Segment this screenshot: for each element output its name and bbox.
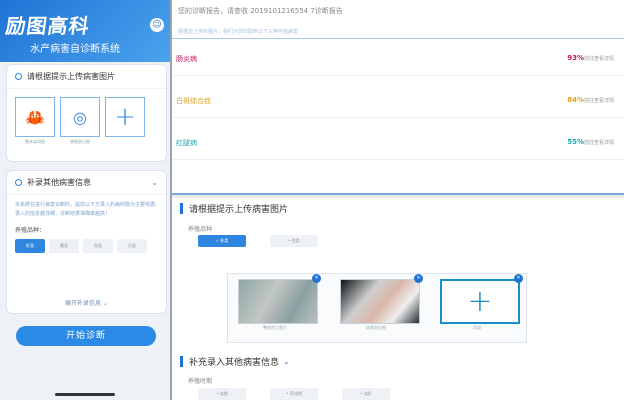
brand-logo: 励图高科: [4, 14, 92, 38]
disease-detail-link[interactable]: 前往查看详情: [584, 55, 614, 62]
supplement-note: 本系统在进行病害诊断时，提前以下方录入的病例数为主要依据,录入的信息越详细，诊断…: [15, 202, 157, 217]
shrimp-lesion-photo[interactable]: [340, 279, 420, 324]
period-label: 养殖时期: [188, 378, 213, 385]
bullet-icon: [15, 73, 22, 80]
photo-caption: 整体死亡图片: [263, 325, 287, 330]
species-label: 养殖品种: [188, 226, 213, 233]
diagnosis-report: 您的诊断报告，请查收 2019101216554 7诊断报告 根据您上传的图片，…: [172, 0, 624, 195]
plus-icon: +: [114, 102, 136, 132]
period-chip[interactable]: • 苗期: [198, 388, 246, 400]
disease-name: 肠炎病: [176, 55, 197, 63]
species-chip-fish[interactable]: 鱼类: [83, 239, 113, 253]
supplement-card: 补录其他病害信息 ⌄ 本系统在进行病害诊断时，提前以下方录入的病例数为主要依据,…: [6, 170, 167, 314]
disease-detail-link[interactable]: 前往查看详情: [584, 139, 614, 146]
disease-probability: 84%: [567, 96, 584, 104]
section-bar: [180, 356, 183, 367]
disease-probability: 93%: [567, 54, 584, 62]
upload-card: 请根据提示上传病害图片 🦀 ◎ + 整体染测图 病害部位图: [6, 64, 167, 162]
photo-caption: 添加: [473, 325, 481, 330]
shrimp-photo[interactable]: [238, 279, 318, 324]
period-chip[interactable]: • 成虾: [342, 388, 390, 400]
user-icon[interactable]: ☺: [150, 18, 164, 32]
upload-card-title: 请根据提示上传病害图片: [7, 65, 166, 89]
crab-icon: 🦀: [25, 107, 45, 127]
plus-icon: +: [467, 284, 493, 319]
disease-name: 白斑综合症: [176, 97, 211, 105]
app-subtitle: 水产病害自诊断系统: [30, 44, 120, 55]
chevron-down-icon[interactable]: ⌄: [283, 357, 290, 366]
period-chip[interactable]: • 养成期: [270, 388, 318, 400]
add-photo-button[interactable]: +: [105, 97, 145, 137]
chevron-down-icon[interactable]: ⌄: [151, 178, 158, 187]
disease-name: 红腿病: [176, 139, 197, 147]
species-chip-shellfish[interactable]: 贝类: [117, 239, 147, 253]
section-title[interactable]: 补充录入其他病害信息 ⌄: [180, 355, 290, 368]
disease-probability: 55%: [567, 138, 584, 146]
disease-row[interactable]: 白斑综合症 84% 前往查看详情: [172, 82, 624, 118]
mobile-app-panel: 励图高科 水产病害自诊断系统 ☺ 请根据提示上传病害图片 🦀 ◎ + 整体染测图…: [0, 0, 170, 400]
section-bar: [180, 203, 183, 214]
start-diagnosis-button[interactable]: 开始诊断: [16, 326, 156, 346]
upload-section: 请根据提示上传病害图片 养殖品种 ✓ 虾类 • 鱼类 ✕ 整体死亡图片 ✕ 病害…: [172, 198, 624, 400]
home-indicator: [55, 393, 115, 396]
bullet-icon: [15, 179, 22, 186]
report-header: 您的诊断报告，请查收 2019101216554 7诊断报告: [178, 7, 343, 15]
photo-caption: 病害部位图: [366, 325, 386, 330]
close-icon[interactable]: ✕: [514, 274, 523, 283]
close-icon[interactable]: ✕: [312, 274, 321, 283]
report-hint: 根据您上传的图片，我们为您匹配到以下三种可能病害: [178, 29, 299, 35]
divider: [172, 38, 624, 39]
species-selected-chip[interactable]: ✓ 虾类: [198, 235, 246, 247]
expand-more-link[interactable]: 展开补录信息 ⌄: [7, 298, 166, 307]
thumb-label: 整体染测图: [25, 139, 45, 144]
section-title: 请根据提示上传病害图片: [180, 202, 288, 215]
upload-whole-photo-button[interactable]: 🦀: [15, 97, 55, 137]
disease-row[interactable]: 红腿病 55% 前往查看详情: [172, 124, 624, 160]
disease-detail-link[interactable]: 前往查看详情: [584, 97, 614, 104]
target-icon: ◎: [73, 107, 87, 127]
photo-strip: ✕ 整体死亡图片 ✕ 病害部位图 + ✕ 添加: [227, 273, 527, 343]
species-label: 养殖品种：: [15, 227, 46, 234]
app-header: 励图高科 水产病害自诊断系统 ☺: [0, 0, 170, 62]
supplement-card-title[interactable]: 补录其他病害信息 ⌄: [7, 171, 166, 195]
disease-row[interactable]: 肠炎病 93% 前往查看详情: [172, 40, 624, 76]
species-chip-shrimp[interactable]: 虾类: [15, 239, 45, 253]
species-chip-crab[interactable]: 蟹类: [49, 239, 79, 253]
divider: [172, 193, 624, 195]
add-photo-button[interactable]: +: [440, 279, 520, 324]
species-chip-fish[interactable]: • 鱼类: [270, 235, 318, 247]
upload-lesion-photo-button[interactable]: ◎: [60, 97, 100, 137]
close-icon[interactable]: ✕: [414, 274, 423, 283]
thumb-label: 病害部位图: [70, 139, 90, 144]
